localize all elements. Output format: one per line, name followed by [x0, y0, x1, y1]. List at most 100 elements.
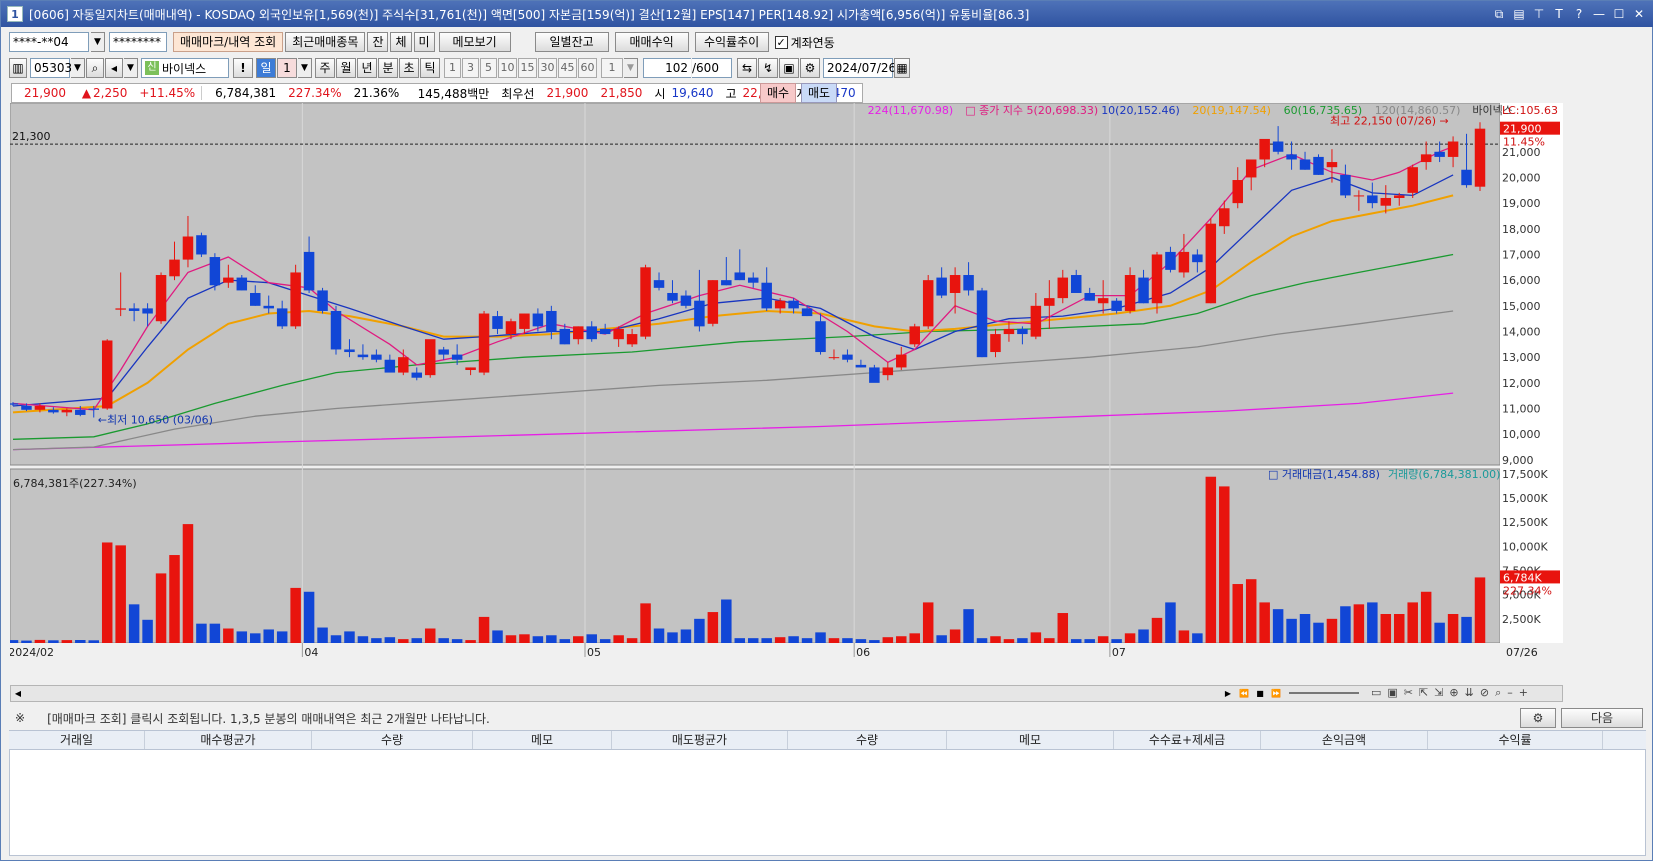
- chevron-down-icon[interactable]: ▼: [124, 58, 138, 78]
- trade-table-body[interactable]: [9, 750, 1646, 856]
- interval-30-button[interactable]: 30: [538, 58, 557, 78]
- col-buy-memo[interactable]: 메모: [473, 731, 612, 749]
- alert-icon[interactable]: !: [233, 58, 253, 78]
- candle-body: [1407, 167, 1418, 193]
- price-tick: 15,000: [1502, 300, 1541, 313]
- price-chart[interactable]: 22,00021,00020,00019,00018,00017,00016,0…: [5, 102, 1563, 687]
- stop-icon[interactable]: ■: [1253, 687, 1267, 700]
- col-sell-avg[interactable]: 매도평균가: [612, 731, 788, 749]
- chart-tools-icons[interactable]: ▭▣✂⇱⇲⊕⇊⊘⌕–+: [1371, 686, 1534, 700]
- col-buy-avg[interactable]: 매수평균가: [145, 731, 312, 749]
- minimize-icon[interactable]: —: [1590, 5, 1608, 23]
- font-icon[interactable]: T: [1550, 5, 1568, 23]
- period-tick-button[interactable]: 틱: [420, 58, 440, 78]
- date-label: 2024/02: [10, 646, 54, 659]
- col-trade-date[interactable]: 거래일: [9, 731, 145, 749]
- col-buy-qty[interactable]: 수량: [312, 731, 473, 749]
- candle-body: [1205, 223, 1217, 304]
- period-day-button[interactable]: 일: [256, 58, 276, 78]
- scroll-left-icon[interactable]: ◀: [12, 687, 24, 700]
- chevron-down-icon[interactable]: ▼: [624, 58, 638, 78]
- period-minute-button[interactable]: 분: [378, 58, 398, 78]
- volume-bar: [1326, 618, 1338, 643]
- stock-name-field[interactable]: 신 바이넥스: [141, 58, 229, 78]
- filled-button[interactable]: 체: [390, 32, 412, 52]
- candle-body: [250, 292, 261, 306]
- count-input[interactable]: 102: [643, 58, 691, 78]
- candle-body: [1219, 208, 1230, 227]
- chevron-down-icon[interactable]: ▼: [91, 32, 105, 52]
- period-week-button[interactable]: 주: [315, 58, 335, 78]
- period-year-button[interactable]: 년: [357, 58, 377, 78]
- date-axis-bg: [10, 643, 1563, 661]
- interval-3-button[interactable]: 3: [462, 58, 479, 78]
- volume-bar: [1205, 476, 1217, 643]
- candle-body: [155, 275, 167, 322]
- candle-body: [990, 334, 1001, 353]
- chart-area[interactable]: 22,00021,00020,00019,00018,00017,00016,0…: [5, 102, 1563, 687]
- period-second-button[interactable]: 초: [399, 58, 419, 78]
- account-select[interactable]: ****-**04: [9, 32, 89, 52]
- chevron-down-icon[interactable]: ▼: [71, 58, 85, 78]
- window-title: [0606] 자동일지차트(매매내역) - KOSDAQ 외국인보유[1,569…: [29, 7, 1030, 22]
- zoom-icon[interactable]: ⇆: [737, 58, 757, 78]
- candle-body: [1111, 300, 1122, 311]
- password-field[interactable]: ********: [109, 32, 167, 52]
- sound-icon[interactable]: ◂: [105, 58, 123, 78]
- date-input[interactable]: 2024/07/26: [823, 58, 896, 78]
- layout-icon[interactable]: ▥: [9, 58, 27, 78]
- candle-body: [478, 313, 490, 373]
- interval-60-button[interactable]: 60: [578, 58, 597, 78]
- profit-trend-button[interactable]: 수익률추이: [694, 32, 769, 52]
- account-link-checkbox[interactable]: ✓ 계좌연동: [774, 34, 835, 51]
- unfilled-button[interactable]: 미: [413, 32, 435, 52]
- zoom-slider[interactable]: [1289, 692, 1359, 694]
- interval-15-button[interactable]: 15: [518, 58, 537, 78]
- sell-button[interactable]: 매도: [801, 83, 838, 103]
- recent-trade-button[interactable]: 최근매매종목: [285, 32, 366, 52]
- memo-view-button[interactable]: 메모보기: [438, 32, 511, 52]
- bid-price: 21,850: [600, 86, 643, 100]
- interval-10-button[interactable]: 10: [498, 58, 517, 78]
- next-button[interactable]: 다음: [1561, 708, 1643, 728]
- maximize-icon[interactable]: ☐: [1610, 5, 1628, 23]
- calendar-icon[interactable]: ▦: [894, 58, 910, 78]
- crosshair-icon[interactable]: ↯: [758, 58, 778, 78]
- candle-body: [101, 340, 113, 409]
- trade-amount: 145,488백만: [417, 86, 490, 101]
- interval-1-button[interactable]: 1: [444, 58, 461, 78]
- stock-code-input[interactable]: 053030: [30, 58, 80, 78]
- interval-45-button[interactable]: 45: [558, 58, 577, 78]
- balance-button[interactable]: 잔: [367, 32, 389, 52]
- col-sell-qty[interactable]: 수량: [788, 731, 947, 749]
- trade-profit-button[interactable]: 매매수익: [614, 32, 689, 52]
- daily-balance-button[interactable]: 일별잔고: [534, 32, 609, 52]
- col-pnl[interactable]: 손익금액: [1261, 731, 1428, 749]
- col-return[interactable]: 수익률: [1428, 731, 1603, 749]
- period-month-button[interactable]: 월: [336, 58, 356, 78]
- rewind-icon[interactable]: ⏪: [1237, 687, 1251, 700]
- col-sell-memo[interactable]: 메모: [947, 731, 1114, 749]
- candle-body: [976, 290, 988, 358]
- chevron-down-icon[interactable]: ▼: [298, 58, 312, 78]
- chart-scrollbar[interactable]: ◀ ▶ ⏪ ■ ⏩ ▭▣✂⇱⇲⊕⇊⊘⌕–+: [10, 685, 1563, 702]
- save-icon[interactable]: ▣: [779, 58, 799, 78]
- scroll-right-icon[interactable]: ▶: [1221, 687, 1235, 700]
- help-icon[interactable]: ?: [1570, 5, 1588, 23]
- trade-mark-button[interactable]: 매매마크/내역 조회: [173, 32, 284, 52]
- volume-bar: [694, 618, 705, 643]
- col-fee-tax[interactable]: 수수료+제세금: [1114, 731, 1261, 749]
- gear-icon[interactable]: ⚙: [1520, 708, 1556, 728]
- restore-icon[interactable]: ⧉: [1490, 5, 1508, 23]
- pin-icon[interactable]: ⊤: [1530, 5, 1548, 23]
- gear-icon[interactable]: ⚙: [800, 58, 820, 78]
- close-icon[interactable]: ✕: [1630, 5, 1648, 23]
- window-list-icon[interactable]: ▤: [1510, 5, 1528, 23]
- interval-select[interactable]: 1: [601, 58, 623, 78]
- forward-icon[interactable]: ⏩: [1269, 687, 1283, 700]
- buy-button[interactable]: 매수: [760, 83, 797, 103]
- period-num-select[interactable]: 1: [277, 58, 297, 78]
- search-icon[interactable]: ⌕: [86, 58, 104, 78]
- interval-5-button[interactable]: 5: [480, 58, 497, 78]
- volume-bar: [492, 630, 503, 643]
